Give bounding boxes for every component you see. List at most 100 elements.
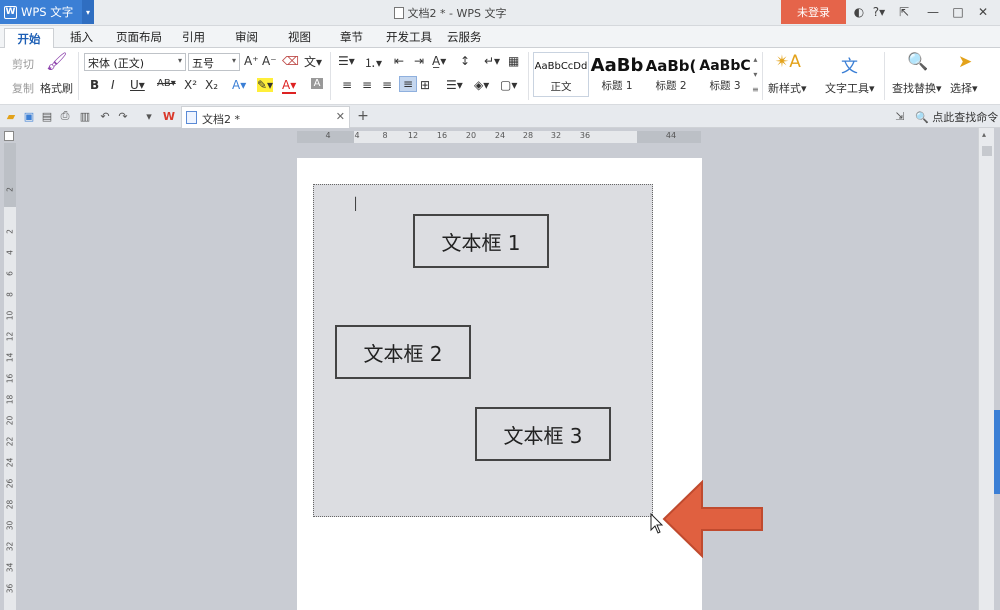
clear-format-icon[interactable]: ⌫ (282, 54, 299, 68)
find-replace-button[interactable]: 查找替换▾ (892, 80, 942, 96)
bold-icon[interactable]: B (90, 78, 99, 92)
scroll-up-icon[interactable]: ▴ (982, 130, 992, 140)
vertical-scrollbar[interactable]: ▴ (978, 128, 994, 610)
document-tab-label: 文档2 * (202, 113, 240, 126)
open-folder-icon[interactable]: ▰ (4, 109, 18, 123)
close-icon[interactable]: ✕ (975, 4, 991, 20)
chinese-layout-icon[interactable]: A̲▾ (432, 54, 446, 68)
pin-top-icon[interactable]: ⇱ (896, 4, 912, 20)
textbox-1[interactable]: 文本框 1 (413, 214, 549, 268)
tab-page-layout[interactable]: 页面布局 (116, 29, 162, 45)
shrink-font-icon[interactable]: A⁻ (262, 54, 277, 68)
align-center-icon[interactable]: ≡ (362, 78, 372, 92)
skin-icon[interactable]: ◐ (850, 4, 868, 20)
tab-home[interactable]: 开始 (4, 28, 54, 49)
new-style-button[interactable]: 新样式▾ (768, 80, 807, 96)
help-icon[interactable]: ?▾ (870, 4, 888, 20)
scroll-thumb[interactable] (982, 146, 992, 156)
distributed-icon[interactable]: ⊞ (420, 78, 430, 92)
tab-references[interactable]: 引用 (182, 29, 205, 45)
side-panel-toggle[interactable] (994, 410, 1000, 494)
decrease-indent-icon[interactable]: ⇤ (394, 54, 404, 68)
style-heading-2[interactable]: AaBb(标题 2 (643, 52, 699, 97)
print-icon[interactable]: ⎙ (58, 109, 72, 123)
ruler-tick-label: 22 (5, 436, 15, 447)
ruler-tick-label: 4 (325, 131, 331, 140)
tab-chapter[interactable]: 章节 (340, 29, 363, 45)
styles-scroll-icon[interactable]: ▴ ▾ ≡ (752, 52, 759, 97)
find-replace-label: 查找替换 (892, 82, 936, 95)
minimize-icon[interactable]: — (925, 4, 941, 20)
increase-indent-icon[interactable]: ⇥ (414, 54, 424, 68)
copy-button[interactable]: 复制 (12, 80, 34, 96)
tab-review[interactable]: 审阅 (235, 29, 258, 45)
format-painter-button[interactable]: 格式刷 (40, 80, 73, 96)
subscript-icon[interactable]: X₂ (205, 78, 218, 92)
strikethrough-icon[interactable]: AB▾ (157, 78, 176, 89)
border-icon[interactable]: ▢▾ (500, 78, 517, 92)
numbering-icon[interactable]: ⒈▾ (364, 54, 382, 71)
phonetic-icon[interactable]: 文▾ (304, 53, 322, 70)
cursor-select-icon: ➤ (958, 52, 973, 72)
style-normal[interactable]: AaBbCcDd 正文 (533, 52, 589, 97)
font-color-icon[interactable]: A▾ (282, 78, 297, 94)
underline-icon[interactable]: U▾ (130, 78, 145, 92)
superscript-icon[interactable]: X² (184, 78, 197, 92)
save-icon[interactable]: ▣ (22, 109, 36, 123)
grow-font-icon[interactable]: A⁺ (244, 54, 259, 68)
divider (330, 52, 331, 100)
bullets-icon[interactable]: ☰▾ (338, 54, 355, 68)
style-heading-3[interactable]: AaBbC 标题 3 (697, 52, 753, 97)
new-tab-icon[interactable]: + (356, 108, 370, 124)
divider (884, 52, 885, 100)
text-tools-button[interactable]: 文字工具▾ (825, 80, 875, 96)
wps-home-icon[interactable]: W (162, 109, 176, 123)
ruler-tick-label: 2 (5, 229, 15, 234)
document-tab[interactable]: 文档2 * ✕ (181, 106, 350, 128)
ruler-tick-label: 32 (5, 541, 15, 552)
style-heading-1[interactable]: AaBb 标题 1 (589, 52, 645, 97)
cut-button[interactable]: 剪切 (12, 56, 34, 72)
tab-developer[interactable]: 开发工具 (386, 29, 432, 45)
window-title-text: 文档2 * - WPS 文字 (407, 7, 507, 20)
maximize-icon[interactable]: □ (950, 4, 966, 20)
ruler-tick-label: 14 (5, 352, 15, 363)
justify-icon[interactable]: ≡ (399, 76, 417, 92)
align-left-icon[interactable]: ≡ (342, 78, 352, 92)
tab-cloud[interactable]: 云服务 (447, 29, 482, 45)
search-command[interactable]: 🔍 点此查找命令 (915, 109, 998, 125)
ruler-tick-label: 10 (5, 310, 15, 321)
print-preview-icon[interactable]: ▥ (78, 109, 92, 123)
text-effect-icon[interactable]: A▾ (232, 78, 246, 92)
close-tab-icon[interactable]: ✕ (336, 110, 345, 123)
output-pdf-icon[interactable]: ▤ (40, 109, 54, 123)
ruler-tick-label: 26 (5, 478, 15, 489)
ruler-tick-label: 30 (5, 520, 15, 531)
customize-dropdown-icon[interactable]: ▾ (142, 109, 156, 123)
show-marks-icon[interactable]: ↵▾ (484, 54, 500, 68)
font-family-select[interactable]: 宋体 (正文) ▾ (84, 53, 186, 71)
highlight-icon[interactable]: ✎▾ (257, 78, 274, 92)
textbox-2[interactable]: 文本框 2 (335, 325, 471, 379)
vertical-ruler[interactable]: 2 2 4 6 8 10 12 14 16 18 20 22 24 26 28 30 32 34 36 (4, 143, 16, 610)
char-shading-icon[interactable]: A (311, 78, 323, 89)
shading-icon[interactable]: ◈▾ (474, 78, 489, 92)
table-grid-icon[interactable]: ▦ (508, 54, 519, 68)
redo-icon[interactable]: ↷ (116, 109, 130, 123)
menu-bar: 开始 插入 页面布局 引用 审阅 视图 章节 开发工具 云服务 (0, 26, 1000, 49)
italic-icon[interactable]: I (111, 78, 115, 92)
tab-insert[interactable]: 插入 (70, 29, 93, 45)
drawing-canvas[interactable]: │ 文本框 1 文本框 2 文本框 3 (313, 184, 653, 517)
tab-view[interactable]: 视图 (288, 29, 311, 45)
login-button[interactable]: 未登录 (781, 0, 846, 24)
font-size-select[interactable]: 五号 ▾ (188, 53, 240, 71)
sort-icon[interactable]: ↕ (460, 54, 470, 68)
ruler-tick-label: 34 (5, 562, 15, 573)
ruler-tab-selector[interactable] (4, 131, 14, 141)
horizontal-ruler[interactable]: 4 4 8 12 16 20 24 28 32 36 44 (297, 131, 701, 143)
align-right-icon[interactable]: ≡ (382, 78, 392, 92)
textbox-3[interactable]: 文本框 3 (475, 407, 611, 461)
undo-icon[interactable]: ↶ (98, 109, 112, 123)
line-spacing-icon[interactable]: ☰▾ (446, 78, 463, 92)
select-button[interactable]: 选择▾ (950, 80, 978, 96)
